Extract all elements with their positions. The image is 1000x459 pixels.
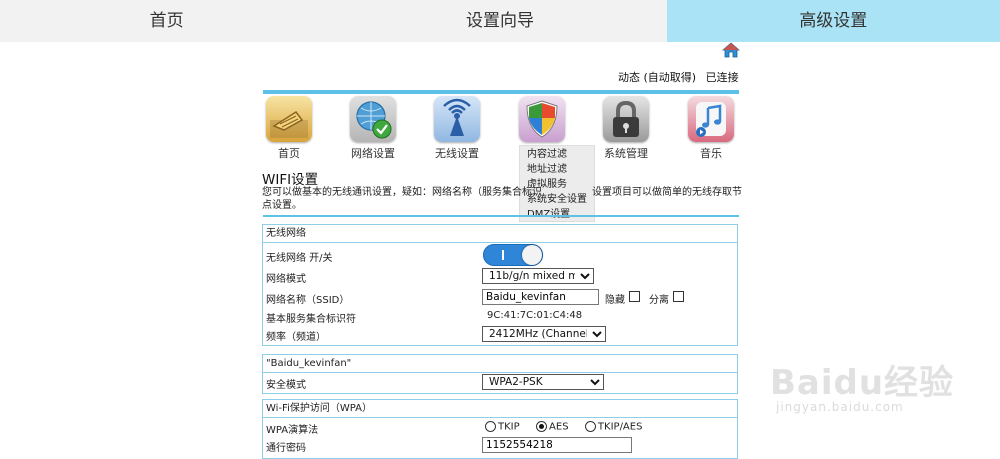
menu-item-address-filter[interactable]: 地址过滤 (520, 162, 594, 177)
toolbar-system-management[interactable]: 系统管理 (601, 96, 651, 160)
menu-item-content-filter[interactable]: 内容过滤 (520, 147, 594, 162)
toolbar-music[interactable]: 音乐 (686, 96, 736, 160)
hide-ssid-label: 隐藏 (605, 295, 625, 306)
channel-row: 频率（频道） 2412MHz (Channel 1) (263, 325, 737, 345)
security-mode-select[interactable]: WPA2-PSK (482, 374, 604, 390)
home-icon[interactable] (722, 42, 740, 58)
connection-state: 已连接 (705, 71, 739, 84)
isolate-checkbox[interactable] (673, 291, 684, 302)
wpa-section: Wi-Fi保护访问（WPA） WPA演算法 TKIP AES TKIP/AES … (262, 399, 738, 459)
page-description: 您可以做基本的无线通讯设置，疑如：网络名称（服务集合标识 设置项目可以做简单的无线… (262, 187, 742, 211)
bssid-value: 9C:41:7C:01:C4:48 (487, 310, 583, 321)
toolbar-wireless-settings[interactable]: 无线设置 (432, 96, 482, 160)
ssid-row: 网络名称（SSID） 隐藏 分离 (263, 287, 737, 308)
security-section: "Baidu_kevinfan" 安全模式 WPA2-PSK (262, 354, 738, 394)
baidu-watermark: Baidu经验 jingyan.baidu.com (770, 363, 955, 414)
toolbar-home[interactable]: 首页 (264, 96, 314, 160)
tab-home[interactable]: 首页 (0, 0, 334, 42)
network-mode-row: 网络模式 11b/g/n mixed mode (263, 266, 737, 287)
lock-icon (603, 96, 649, 142)
section-header: "Baidu_kevinfan" (263, 355, 737, 373)
home-app-icon (266, 96, 312, 142)
top-tabs: 首页 设置向导 高级设置 (0, 0, 1000, 42)
toolbar-network-settings[interactable]: 网络设置 (348, 96, 398, 160)
security-mode-row: 安全模式 WPA2-PSK (263, 373, 737, 393)
wireless-toggle[interactable] (483, 244, 543, 266)
wireless-network-section: 无线网络 无线网络 开/关 网络模式 11b/g/n mixed mode 网络… (262, 224, 738, 346)
section-header: 无线网络 (263, 225, 737, 243)
isolate-label: 分离 (649, 295, 669, 306)
hide-ssid-checkbox[interactable] (629, 291, 640, 302)
wpa-key-row: 通行密码 (263, 437, 737, 458)
description-divider (263, 215, 739, 217)
section-header: Wi-Fi保护访问（WPA） (263, 400, 737, 418)
globe-check-icon (350, 96, 396, 142)
page-title: WIFI设置 (262, 172, 319, 188)
wpa-algorithm-options: TKIP AES TKIP/AES (485, 421, 642, 433)
wireless-signal-icon (434, 96, 480, 142)
wireless-switch-row: 无线网络 开/关 (263, 243, 737, 266)
radio-tkip-aes[interactable] (584, 421, 596, 432)
channel-select[interactable]: 2412MHz (Channel 1) (482, 326, 606, 342)
header-divider (263, 90, 739, 94)
bssid-row: 基本服务集合标识符 9C:41:7C:01:C4:48 (266, 310, 583, 325)
music-icon (688, 96, 734, 142)
radio-tkip[interactable] (485, 421, 496, 432)
wpa-key-input[interactable] (482, 437, 632, 453)
tab-setup-wizard[interactable]: 设置向导 (333, 0, 667, 42)
connection-mode: 动态 (自动取得) (618, 71, 697, 84)
radio-aes[interactable] (536, 421, 548, 432)
connection-status: 动态 (自动取得) 已连接 (618, 69, 745, 85)
shield-icon (519, 96, 565, 142)
ssid-input[interactable] (482, 289, 599, 305)
tab-advanced-settings[interactable]: 高级设置 (666, 0, 1000, 42)
network-mode-select[interactable]: 11b/g/n mixed mode (482, 268, 594, 284)
wpa-algorithm-row: WPA演算法 TKIP AES TKIP/AES (266, 421, 643, 436)
